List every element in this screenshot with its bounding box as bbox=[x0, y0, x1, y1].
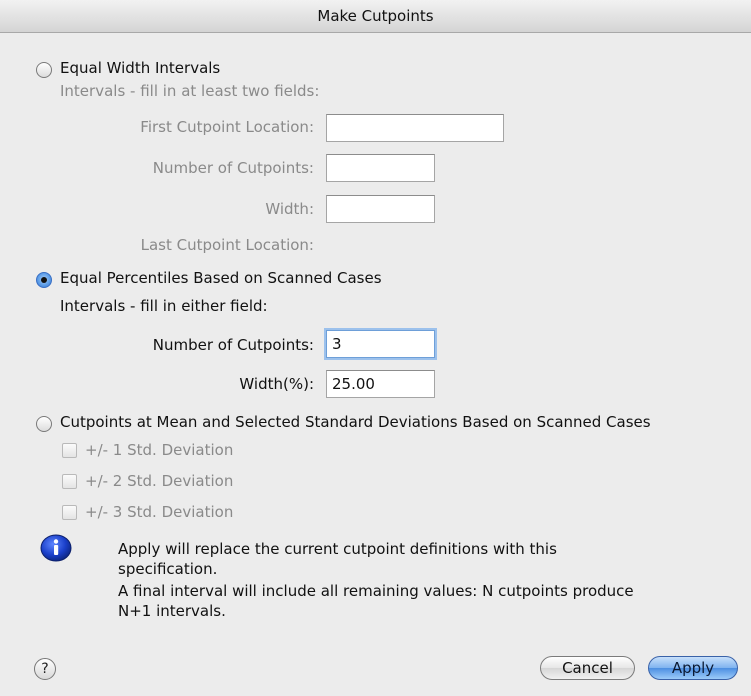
num-cutpoints-field-disabled[interactable] bbox=[326, 154, 435, 182]
sd1-label[interactable]: +/- 1 Std. Deviation bbox=[85, 441, 233, 459]
sd2-label[interactable]: +/- 2 Std. Deviation bbox=[85, 472, 233, 490]
sd3-checkbox[interactable] bbox=[62, 505, 77, 520]
apply-button[interactable]: Apply bbox=[648, 656, 738, 680]
sd1-checkbox[interactable] bbox=[62, 443, 77, 458]
mean-sd-label[interactable]: Cutpoints at Mean and Selected Standard … bbox=[60, 413, 651, 431]
width-percent-label: Width(%): bbox=[239, 375, 314, 393]
num-cutpoints-label: Number of Cutpoints: bbox=[152, 336, 314, 354]
help-button[interactable]: ? bbox=[34, 658, 56, 680]
cancel-button[interactable]: Cancel bbox=[540, 656, 635, 680]
equal-width-hint: Intervals - fill in at least two fields: bbox=[60, 82, 320, 100]
equal-percentiles-label[interactable]: Equal Percentiles Based on Scanned Cases bbox=[60, 269, 382, 287]
width-label-disabled: Width: bbox=[265, 200, 314, 218]
num-cutpoints-label-disabled: Number of Cutpoints: bbox=[152, 159, 314, 177]
last-cutpoint-label: Last Cutpoint Location: bbox=[140, 236, 314, 254]
equal-percentiles-radio[interactable] bbox=[36, 272, 52, 288]
window-title: Make Cutpoints bbox=[0, 0, 751, 33]
info-icon bbox=[40, 534, 72, 562]
first-cutpoint-label: First Cutpoint Location: bbox=[140, 118, 314, 136]
info-line-3: A final interval will include all remain… bbox=[118, 582, 634, 600]
info-line-2: specification. bbox=[118, 560, 218, 578]
equal-percentiles-hint: Intervals - fill in either field: bbox=[60, 297, 268, 315]
width-percent-field[interactable] bbox=[326, 370, 435, 398]
info-line-4: N+1 intervals. bbox=[118, 602, 226, 620]
width-field-disabled[interactable] bbox=[326, 195, 435, 223]
info-line-1: Apply will replace the current cutpoint … bbox=[118, 540, 557, 558]
sd2-checkbox[interactable] bbox=[62, 474, 77, 489]
first-cutpoint-field[interactable] bbox=[326, 114, 504, 142]
mean-sd-radio[interactable] bbox=[36, 416, 52, 432]
num-cutpoints-field[interactable] bbox=[326, 330, 435, 358]
equal-width-label[interactable]: Equal Width Intervals bbox=[60, 59, 220, 77]
sd3-label[interactable]: +/- 3 Std. Deviation bbox=[85, 503, 233, 521]
equal-width-radio[interactable] bbox=[36, 62, 52, 78]
